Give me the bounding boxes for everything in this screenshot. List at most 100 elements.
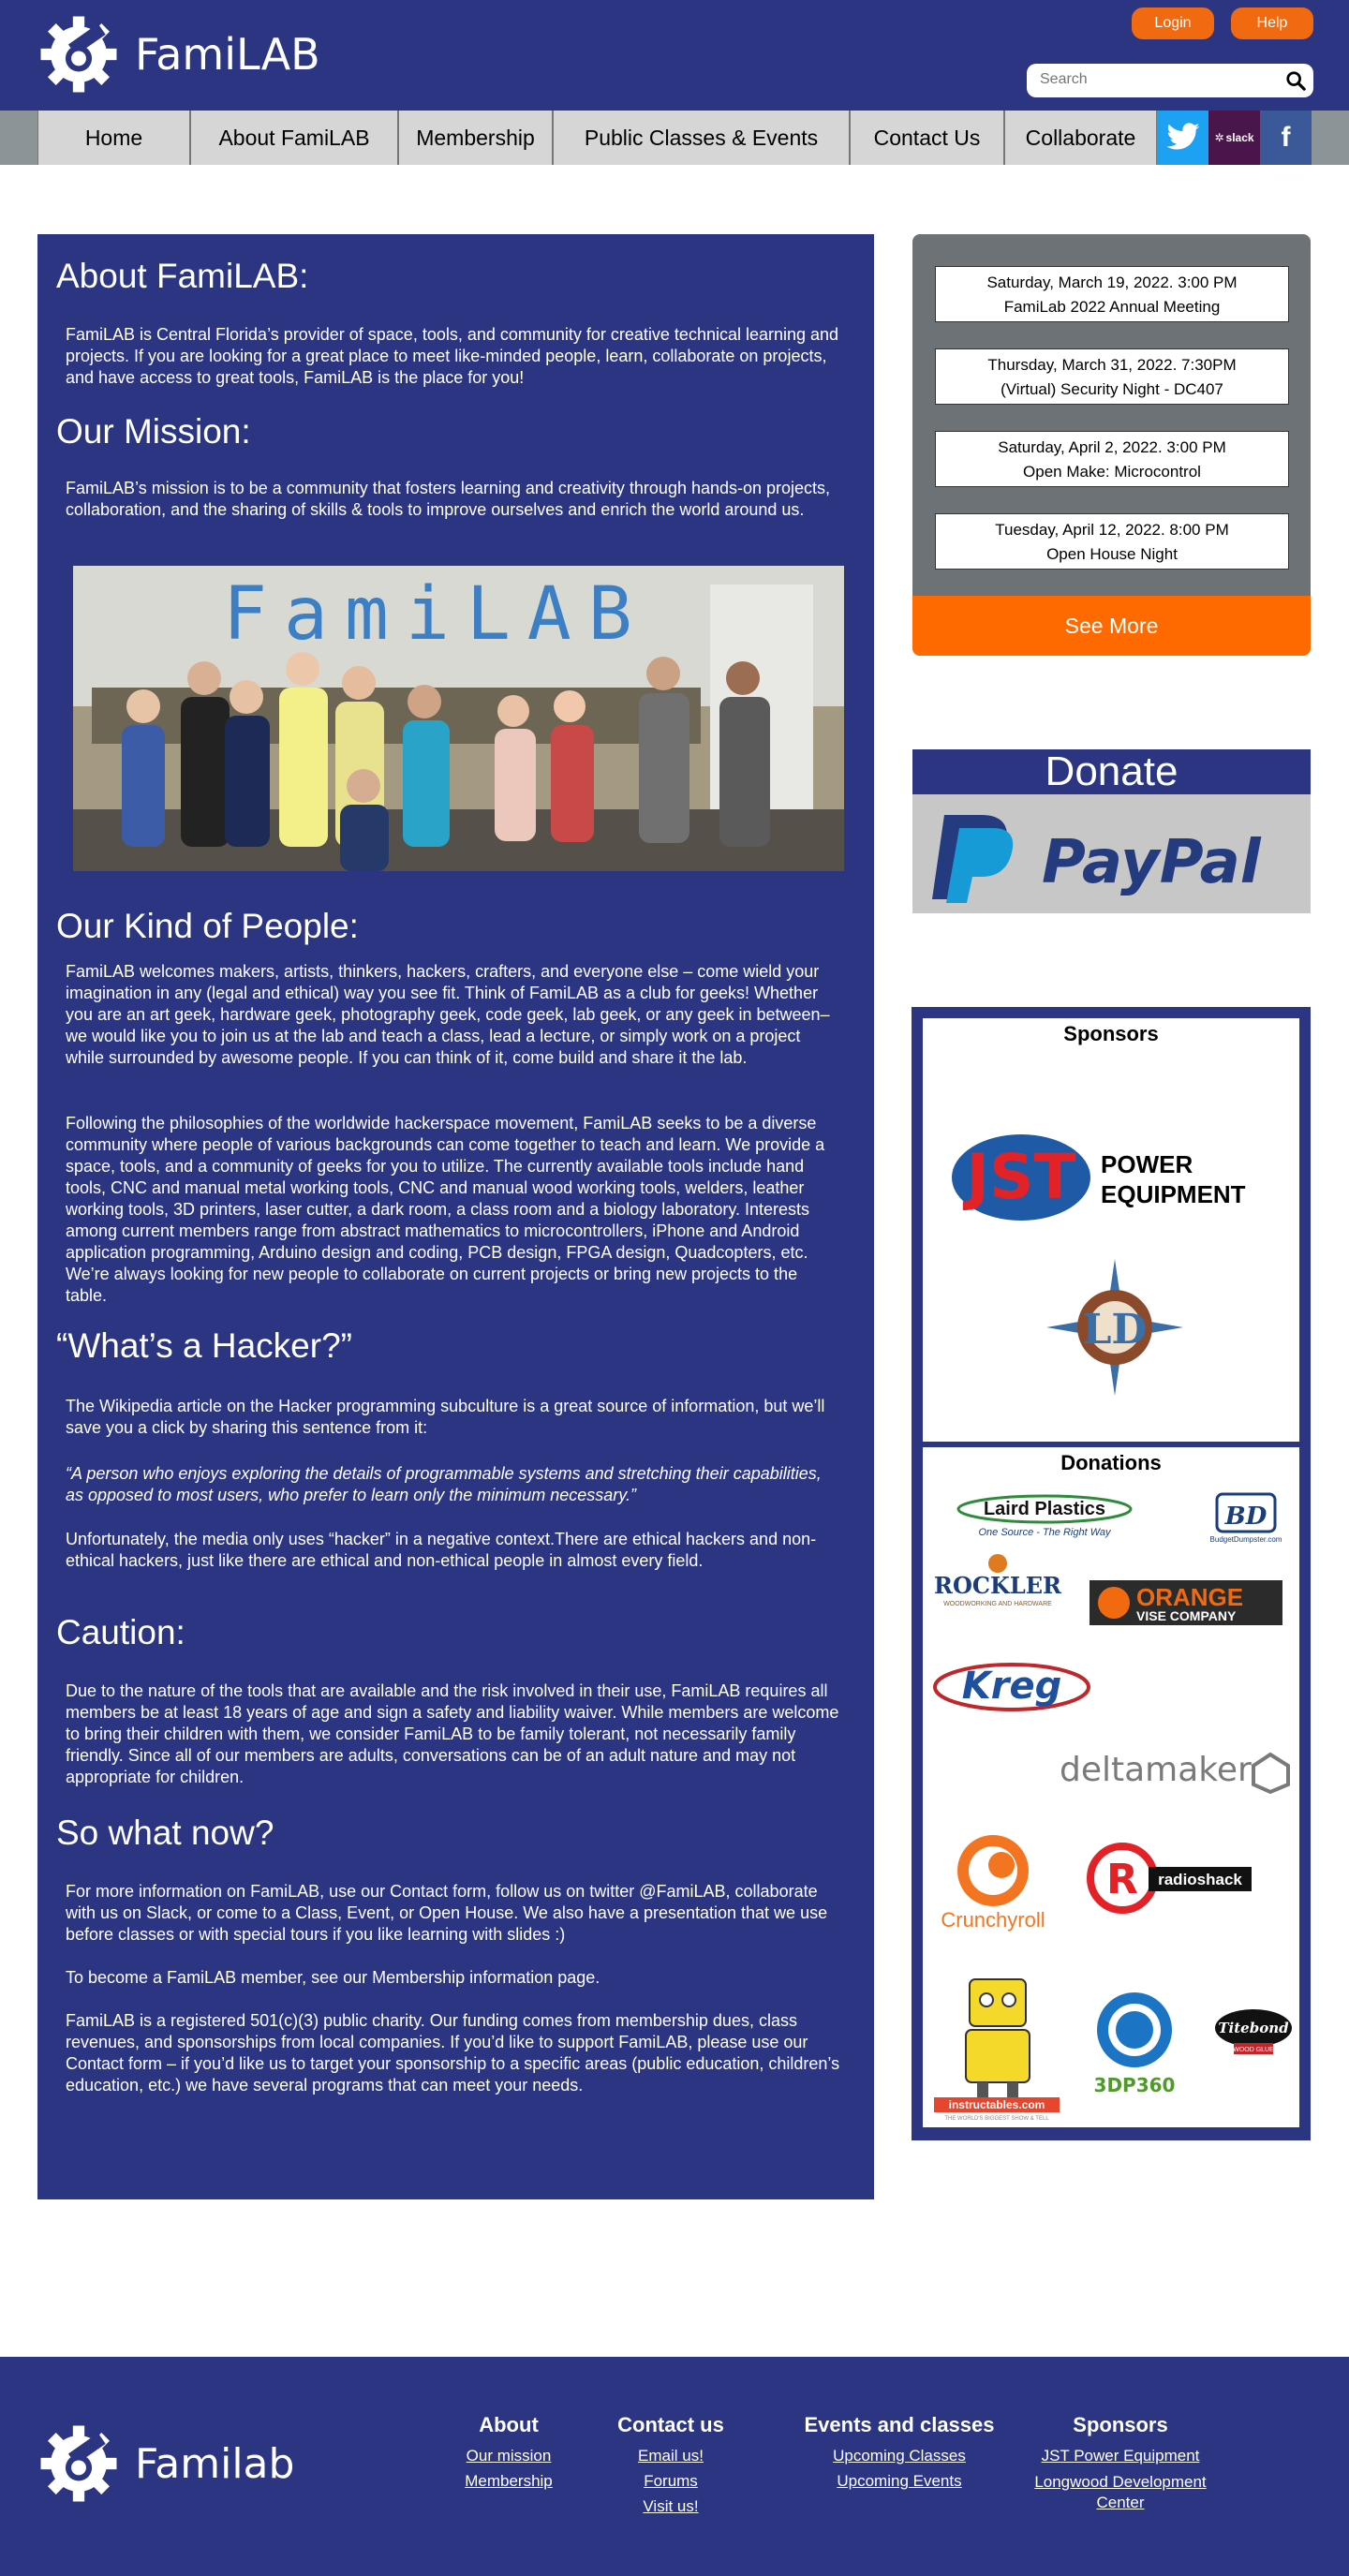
nav-item-about[interactable]: About FamiLAB — [190, 111, 398, 165]
group-photo-image: FamiLAB — [73, 566, 844, 871]
main-content: About FamiLAB: FamiLAB is Central Florid… — [37, 234, 874, 2199]
nav-item-home[interactable]: Home — [37, 111, 190, 165]
mission-text: FamiLAB’s mission is to be a community t… — [66, 479, 831, 519]
event-item[interactable]: Saturday, April 2, 2022. 3:00 PM Open Ma… — [935, 431, 1289, 487]
event-date: Saturday, April 2, 2022. 3:00 PM — [998, 438, 1226, 456]
event-title: Open Make: Microcontrol — [1023, 463, 1201, 481]
jst-letters: JST — [962, 1141, 1075, 1213]
nav-item-collaborate[interactable]: Collaborate — [1004, 111, 1157, 165]
footer-contact-heading: Contact us — [617, 2413, 724, 2436]
crunchyroll-logo[interactable]: Crunchyroll — [932, 1831, 1063, 1934]
so-what-now-heading: So what now? — [56, 1814, 274, 1852]
nav-item-contact[interactable]: Contact Us — [850, 111, 1004, 165]
upcoming-events-panel: Saturday, March 19, 2022. 3:00 PM FamiLa… — [912, 234, 1311, 656]
nav-item-public-classes-events[interactable]: Public Classes & Events — [553, 111, 850, 165]
crunchyroll-name: Crunchyroll — [941, 1908, 1045, 1932]
search-input[interactable] — [1040, 64, 1265, 96]
site-footer: Familab About Our mission Membership Con… — [0, 2357, 1349, 2576]
footer-about-heading: About — [479, 2413, 539, 2436]
group-photo: FamiLAB — [73, 566, 844, 871]
gear-logo-icon — [40, 2425, 117, 2502]
donate-panel: Donate PayPal — [912, 749, 1311, 913]
footer-about-column: About Our mission Membership — [443, 2413, 574, 2494]
instructables-logo[interactable]: instructables.com THE WORLD'S BIGGEST SH… — [932, 1972, 1063, 2122]
main-navigation: Home About FamiLAB Membership Public Cla… — [0, 111, 1349, 165]
3dp360-logo[interactable]: 3DP360 — [1088, 1989, 1181, 2099]
event-title: FamiLab 2022 Annual Meeting — [1003, 298, 1221, 316]
footer-link-jst-power-equipment[interactable]: JST Power Equipment — [1027, 2443, 1214, 2468]
kreg-logo[interactable]: Kreg — [932, 1659, 1091, 1715]
donate-heading: Donate — [912, 749, 1311, 794]
login-button[interactable]: Login — [1132, 7, 1214, 39]
footer-logo-text: Familab — [135, 2439, 295, 2488]
gear-logo-icon — [40, 16, 117, 93]
footer-sponsors-heading: Sponsors — [1073, 2413, 1168, 2436]
footer-sponsors-column: Sponsors JST Power Equipment Longwood De… — [1027, 2413, 1214, 2513]
event-item[interactable]: Saturday, March 19, 2022. 3:00 PM FamiLa… — [935, 266, 1289, 322]
search-icon[interactable] — [1285, 70, 1306, 91]
so-what-now-text-3: FamiLAB is a registered 501(c)(3) public… — [66, 2011, 840, 2095]
rockler-icon — [988, 1554, 1007, 1573]
deltamaker-logo[interactable]: deltamaker — [1060, 1747, 1294, 1794]
event-title: Open House Night — [1046, 545, 1178, 563]
logo-text: FamiLAB — [135, 29, 320, 80]
sponsors-box: Sponsors JST POWER EQUIPMENT LD — [923, 1018, 1299, 1442]
nav-item-membership[interactable]: Membership — [398, 111, 553, 165]
footer-link-upcoming-events[interactable]: Upcoming Events — [792, 2468, 1007, 2494]
footer-logo[interactable]: Familab — [37, 2422, 294, 2505]
event-item[interactable]: Tuesday, April 12, 2022. 8:00 PM Open Ho… — [935, 513, 1289, 570]
budget-dumpster-logo[interactable]: BD BudgetDumpster.com — [1204, 1492, 1288, 1545]
mission-heading: Our Mission: — [56, 412, 251, 451]
event-date: Saturday, March 19, 2022. 3:00 PM — [986, 274, 1238, 291]
event-date: Tuesday, April 12, 2022. 8:00 PM — [995, 521, 1229, 539]
see-more-button[interactable]: See More — [912, 596, 1311, 656]
footer-link-forums[interactable]: Forums — [602, 2468, 739, 2494]
facebook-link[interactable]: f — [1260, 111, 1312, 165]
orange-line1: ORANGE — [1136, 1583, 1243, 1611]
sponsors-heading: Sponsors — [1063, 1022, 1159, 1045]
footer-link-membership[interactable]: Membership — [443, 2468, 574, 2494]
bd-name: BudgetDumpster.com — [1210, 1535, 1282, 1544]
people-heading: Our Kind of People: — [56, 907, 359, 945]
hacker-quote: “A person who enjoys exploring the detai… — [66, 1464, 822, 1504]
photo-sign-text: FamiLAB — [223, 572, 649, 657]
laird-name: Laird Plastics — [984, 1499, 1105, 1519]
rockler-logo[interactable]: ROCKLER WOODWORKING AND HARDWARE — [932, 1552, 1063, 1608]
orange-vise-logo[interactable]: ORANGE VISE COMPANY — [1090, 1580, 1282, 1625]
paypal-button[interactable]: PayPal — [931, 804, 1292, 905]
hacker-text-2: Unfortunately, the media only uses “hack… — [66, 1530, 817, 1570]
event-item[interactable]: Thursday, March 31, 2022. 7:30PM (Virtua… — [935, 348, 1289, 405]
ldc-letters: LD — [1082, 1306, 1147, 1354]
caution-text: Due to the nature of the tools that are … — [66, 1681, 839, 1786]
hacker-text-1: The Wikipedia article on the Hacker prog… — [66, 1397, 825, 1437]
radioshack-logo[interactable]: R radioshack — [1087, 1839, 1255, 1923]
jst-line1: POWER — [1101, 1150, 1193, 1178]
footer-link-email[interactable]: Email us! — [602, 2443, 739, 2468]
search-box — [1027, 64, 1313, 97]
about-text: FamiLAB is Central Florida’s provider of… — [66, 325, 839, 387]
caution-heading: Caution: — [56, 1613, 185, 1651]
help-button[interactable]: Help — [1231, 7, 1313, 39]
longwood-development-center-logo[interactable]: LD — [1045, 1257, 1185, 1398]
so-what-now-text-2: To become a FamiLAB member, see our Memb… — [66, 1968, 600, 1987]
footer-link-upcoming-classes[interactable]: Upcoming Classes — [792, 2443, 1007, 2468]
radioshack-letter: R — [1106, 1856, 1138, 1903]
facebook-icon: f — [1281, 122, 1291, 153]
titebond-logo[interactable]: Titebond WOOD GLUE — [1213, 2006, 1294, 2058]
site-logo[interactable]: FamiLAB — [37, 13, 320, 96]
footer-events-column: Events and classes Upcoming Classes Upco… — [792, 2413, 1007, 2494]
slack-link[interactable]: ✲ slack — [1208, 111, 1260, 165]
footer-link-our-mission[interactable]: Our mission — [443, 2443, 574, 2468]
footer-link-visit[interactable]: Visit us! — [602, 2494, 739, 2519]
orange-line2: VISE COMPANY — [1136, 1608, 1237, 1623]
jst-power-equipment-logo[interactable]: JST POWER EQUIPMENT — [951, 1131, 1279, 1224]
about-heading: About FamiLAB: — [56, 257, 309, 295]
footer-link-longwood[interactable]: Longwood Development Center — [1027, 2472, 1214, 2513]
site-header: FamiLAB Login Help — [0, 0, 1349, 111]
twitter-link[interactable] — [1157, 111, 1208, 165]
jst-line2: EQUIPMENT — [1101, 1180, 1246, 1208]
event-title: (Virtual) Security Night - DC407 — [1001, 380, 1223, 398]
laird-plastics-logo[interactable]: Laird Plastics One Source - The Right Wa… — [951, 1488, 1138, 1541]
paypal-text: PayPal — [1042, 828, 1262, 897]
titebond-name: Titebond — [1218, 2020, 1289, 2036]
